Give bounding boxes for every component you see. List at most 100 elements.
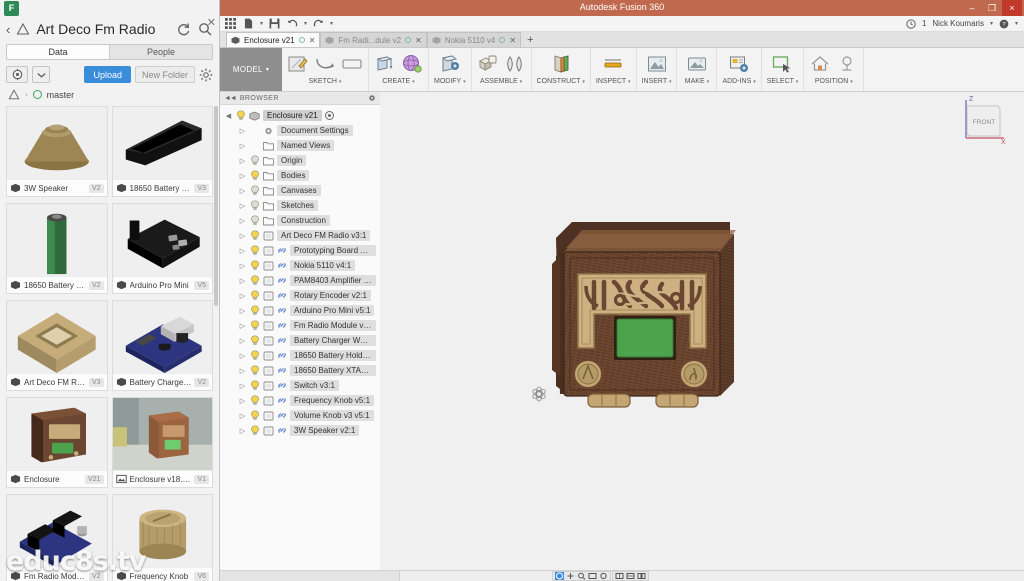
expand-arrow-icon[interactable]: ▷ bbox=[238, 247, 247, 255]
visibility-bulb-icon[interactable] bbox=[250, 155, 260, 166]
minimize-button[interactable]: – bbox=[962, 0, 982, 16]
undo-chevron-icon[interactable]: ▾ bbox=[304, 20, 307, 27]
view-cube[interactable]: Z X FRONT bbox=[954, 92, 1010, 146]
browser-settings-icon[interactable] bbox=[368, 94, 376, 102]
tab-enclosure[interactable]: Enclosure v21 ✕ bbox=[226, 32, 321, 47]
upload-button[interactable]: Upload bbox=[84, 66, 131, 83]
browser-node[interactable]: ▷ Origin bbox=[220, 153, 380, 168]
expand-arrow-icon[interactable]: ▷ bbox=[238, 427, 247, 435]
close-icon[interactable]: ✕ bbox=[207, 16, 216, 29]
ribbon-group-label[interactable]: SELECT ▾ bbox=[767, 78, 799, 85]
tab-nokia-5110[interactable]: Nokia 5110 v4 ✕ bbox=[426, 32, 522, 47]
grounded-icon[interactable] bbox=[836, 53, 858, 75]
home-icon[interactable] bbox=[809, 53, 831, 75]
visibility-bulb-icon[interactable] bbox=[250, 290, 260, 301]
insert-mcmaster-icon[interactable] bbox=[646, 53, 668, 75]
timeline-track[interactable] bbox=[220, 571, 400, 581]
expand-arrow-icon[interactable]: ▷ bbox=[238, 322, 247, 330]
browser-node[interactable]: ▷ 18650 Battery Holder v... bbox=[220, 348, 380, 363]
list-item[interactable]: 3W Speaker V2 bbox=[6, 106, 108, 197]
user-name[interactable]: Nick Koumaris bbox=[932, 19, 984, 28]
expand-arrow-icon[interactable]: ▷ bbox=[238, 262, 247, 270]
press-pull-icon[interactable] bbox=[439, 53, 461, 75]
workspace-selector[interactable]: MODEL ▾ bbox=[220, 48, 282, 91]
list-item[interactable]: 18650 Battery X... V2 bbox=[6, 203, 108, 294]
browser-node[interactable]: ▷ Battery Charger Wemo... bbox=[220, 333, 380, 348]
extrude-icon[interactable] bbox=[374, 53, 396, 75]
expand-arrow-icon[interactable]: ▷ bbox=[238, 397, 247, 405]
visibility-bulb-icon[interactable] bbox=[250, 320, 260, 331]
grid-icon[interactable] bbox=[224, 18, 237, 30]
visibility-bulb-icon[interactable] bbox=[250, 275, 260, 286]
undo-icon[interactable] bbox=[286, 18, 299, 30]
tab-fm-radio-module[interactable]: Fm Radi...dule v2 ✕ bbox=[320, 32, 427, 47]
list-item[interactable]: Arduino Pro Mini V5 bbox=[111, 203, 213, 294]
close-button[interactable]: × bbox=[1002, 0, 1022, 16]
orbit-icon[interactable] bbox=[555, 572, 564, 580]
expand-arrow-icon[interactable]: ▷ bbox=[238, 232, 247, 240]
chevron-down-icon[interactable] bbox=[32, 66, 50, 83]
ribbon-group-label[interactable]: MAKE ▾ bbox=[685, 78, 709, 85]
expand-arrow-icon[interactable]: ▷ bbox=[238, 382, 247, 390]
viewports-icon[interactable] bbox=[626, 572, 635, 580]
expand-arrow-icon[interactable]: ▷ bbox=[238, 217, 247, 225]
ribbon-group-label[interactable]: SKETCH ▾ bbox=[309, 78, 342, 85]
browser-root-node[interactable]: ◀ Enclosure v21 bbox=[220, 108, 380, 123]
visibility-bulb-icon[interactable] bbox=[250, 245, 260, 256]
visibility-bulb-icon[interactable] bbox=[250, 410, 260, 421]
browser-node[interactable]: ▷ Switch v3:1 bbox=[220, 378, 380, 393]
expand-arrow-icon[interactable]: ◀ bbox=[224, 112, 233, 120]
browser-node[interactable]: ▷ Canvases bbox=[220, 183, 380, 198]
refresh-icon[interactable] bbox=[175, 21, 191, 37]
expand-arrow-icon[interactable]: ▷ bbox=[238, 337, 247, 345]
layout-icon[interactable] bbox=[637, 572, 646, 580]
list-item[interactable]: Frequency Knob V6 bbox=[111, 494, 213, 581]
file-icon[interactable] bbox=[242, 18, 255, 30]
tab-close-icon[interactable]: ✕ bbox=[309, 36, 316, 45]
list-item[interactable]: Battery Charger ... V2 bbox=[111, 300, 213, 391]
visibility-bulb-icon[interactable] bbox=[250, 335, 260, 346]
ribbon-group-label[interactable]: CREATE ▾ bbox=[382, 78, 414, 85]
redo-chevron-icon[interactable]: ▾ bbox=[330, 20, 333, 27]
ribbon-group-label[interactable]: INSPECT ▾ bbox=[596, 78, 631, 85]
activate-target-icon[interactable] bbox=[324, 111, 334, 120]
visibility-bulb-icon[interactable] bbox=[250, 230, 260, 241]
select-icon[interactable] bbox=[771, 53, 793, 75]
new-folder-button[interactable]: New Folder bbox=[134, 66, 195, 83]
expand-arrow-icon[interactable]: ▷ bbox=[238, 292, 247, 300]
help-icon[interactable]: ? bbox=[999, 19, 1009, 29]
offset-plane-icon[interactable] bbox=[550, 53, 572, 75]
visibility-bulb-icon[interactable] bbox=[250, 380, 260, 391]
joint-icon[interactable] bbox=[504, 53, 526, 75]
list-item[interactable]: Art Deco FM Ra... V3 bbox=[6, 300, 108, 391]
browser-node[interactable]: ▷ Art Deco FM Radio v3:1 bbox=[220, 228, 380, 243]
3d-print-icon[interactable] bbox=[686, 53, 708, 75]
sketch-line-icon[interactable] bbox=[314, 53, 336, 75]
display-settings-icon[interactable] bbox=[599, 572, 608, 580]
redo-icon[interactable] bbox=[312, 18, 325, 30]
measure-icon[interactable] bbox=[602, 53, 624, 75]
expand-arrow-icon[interactable]: ▷ bbox=[238, 157, 247, 165]
expand-arrow-icon[interactable]: ▷ bbox=[238, 367, 247, 375]
browser-node[interactable]: ▷ Rotary Encoder v2:1 bbox=[220, 288, 380, 303]
visibility-bulb-icon[interactable] bbox=[236, 110, 246, 121]
visibility-bulb-icon[interactable] bbox=[250, 200, 260, 211]
tab-close-icon[interactable]: ✕ bbox=[509, 36, 516, 45]
3d-canvas[interactable]: Z X FRONT bbox=[380, 92, 1024, 570]
browser-node[interactable]: ▷ Frequency Knob v5:1 bbox=[220, 393, 380, 408]
ribbon-group-label[interactable]: POSITION ▾ bbox=[815, 78, 853, 85]
tab-close-icon[interactable]: ✕ bbox=[415, 36, 422, 45]
expand-arrow-icon[interactable]: ▷ bbox=[238, 172, 247, 180]
zoom-icon[interactable] bbox=[577, 572, 586, 580]
gear-icon[interactable] bbox=[199, 68, 213, 82]
ribbon-group-label[interactable]: ADD-INS ▾ bbox=[722, 78, 755, 85]
browser-node[interactable]: ▷ Construction bbox=[220, 213, 380, 228]
expand-arrow-icon[interactable]: ▷ bbox=[238, 202, 247, 210]
expand-arrow-icon[interactable]: ▷ bbox=[238, 307, 247, 315]
save-icon[interactable] bbox=[268, 18, 281, 30]
visibility-bulb-icon[interactable] bbox=[250, 260, 260, 271]
data-panel-scrollbar[interactable] bbox=[214, 106, 218, 306]
visibility-bulb-icon[interactable] bbox=[250, 185, 260, 196]
view-mode-icon[interactable] bbox=[6, 66, 28, 83]
browser-node[interactable]: ▷ Named Views bbox=[220, 138, 380, 153]
